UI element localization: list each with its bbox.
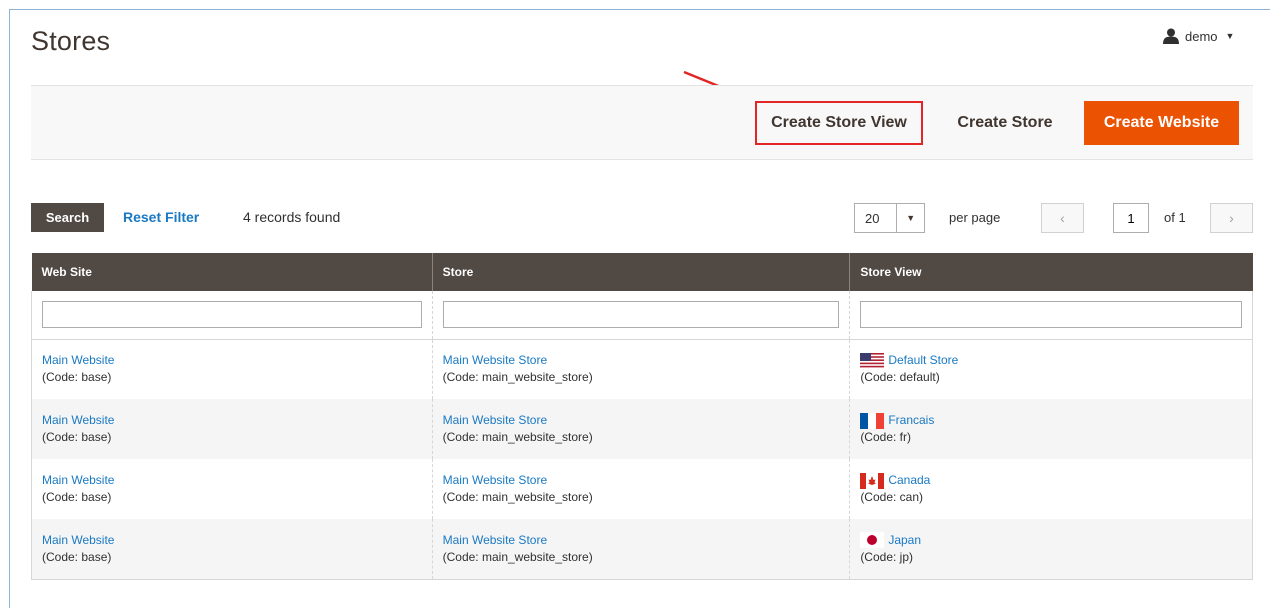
ca-flag-icon (860, 472, 885, 489)
table-row: Main Website (Code: base) Main Website S… (31, 519, 1253, 580)
store-view-link[interactable]: Default Store (888, 352, 958, 369)
store-code: (Code: main_website_store) (442, 490, 593, 504)
store-view-filter-input[interactable] (860, 301, 1242, 329)
fr-flag-icon (860, 412, 885, 429)
table-row: Main Website (Code: base) Main Website S… (31, 339, 1253, 399)
chevron-down-icon[interactable]: ▼ (896, 204, 924, 232)
create-store-button[interactable]: Create Store (943, 101, 1067, 145)
chevron-down-icon: ▼ (1225, 31, 1235, 41)
column-header-store[interactable]: Store (431, 253, 850, 291)
grid-toolbar: Search Reset Filter 4 records found 20 ▼… (31, 203, 1253, 233)
store-code: (Code: main_website_store) (442, 370, 593, 385)
store-link[interactable]: Main Website Store (443, 533, 548, 547)
store-view-link[interactable]: Canada (888, 472, 930, 489)
user-menu[interactable]: demo ▼ (1163, 28, 1234, 44)
table-row: Main Website (Code: base) Main Website S… (31, 399, 1253, 459)
column-header-website[interactable]: Web Site (31, 253, 433, 291)
store-view-code: (Code: can) (860, 490, 924, 504)
store-code: (Code: main_website_store) (442, 430, 593, 444)
per-page-select[interactable]: 20 ▼ (854, 203, 925, 233)
page-number-input[interactable] (1113, 203, 1149, 233)
website-filter-input[interactable] (42, 301, 422, 329)
store-view-code: (Code: jp) (860, 549, 913, 564)
website-link[interactable]: Main Website (42, 353, 114, 367)
store-link[interactable]: Main Website Store (443, 473, 548, 487)
user-name: demo (1185, 28, 1218, 44)
page-total: of 1 (1164, 210, 1186, 225)
store-view-code: (Code: fr) (860, 430, 911, 444)
page-actions-bar: Create Store View Create Store Create We… (31, 85, 1253, 160)
website-link[interactable]: Main Website (42, 413, 114, 427)
per-page-label: per page (949, 210, 1001, 225)
table-row: Main Website (Code: base) Main Website S… (31, 459, 1253, 519)
search-button[interactable]: Search (31, 203, 104, 232)
us-flag-icon (860, 352, 885, 369)
store-code: (Code: main_website_store) (442, 549, 593, 564)
page-title: Stores (31, 26, 111, 56)
website-code: (Code: base) (42, 430, 112, 444)
store-link[interactable]: Main Website Store (443, 353, 548, 367)
store-view-code: (Code: default) (860, 370, 940, 385)
reset-filter-link[interactable]: Reset Filter (123, 209, 199, 225)
column-header-store-view[interactable]: Store View (849, 253, 1253, 291)
stores-grid: Web Site Store Store View Main Website (… (31, 253, 1253, 580)
per-page-value: 20 (865, 210, 880, 226)
website-link[interactable]: Main Website (42, 533, 114, 547)
previous-page-button[interactable]: ‹ (1041, 203, 1084, 233)
website-link[interactable]: Main Website (42, 473, 114, 487)
create-store-view-button[interactable]: Create Store View (755, 101, 923, 145)
store-link[interactable]: Main Website Store (443, 413, 548, 427)
jp-flag-icon (860, 532, 885, 549)
store-view-link[interactable]: Japan (888, 532, 921, 549)
website-code: (Code: base) (42, 370, 112, 385)
store-view-link[interactable]: Francais (888, 412, 934, 429)
chevron-left-icon: ‹ (1060, 210, 1065, 226)
website-code: (Code: base) (42, 549, 112, 564)
create-website-button[interactable]: Create Website (1084, 101, 1239, 145)
filter-row (31, 291, 1253, 340)
website-code: (Code: base) (42, 490, 112, 504)
next-page-button[interactable]: › (1210, 203, 1253, 233)
records-count: 4 records found (243, 209, 341, 225)
chevron-right-icon: › (1229, 210, 1234, 226)
user-icon (1163, 28, 1179, 44)
store-filter-input[interactable] (442, 301, 840, 329)
